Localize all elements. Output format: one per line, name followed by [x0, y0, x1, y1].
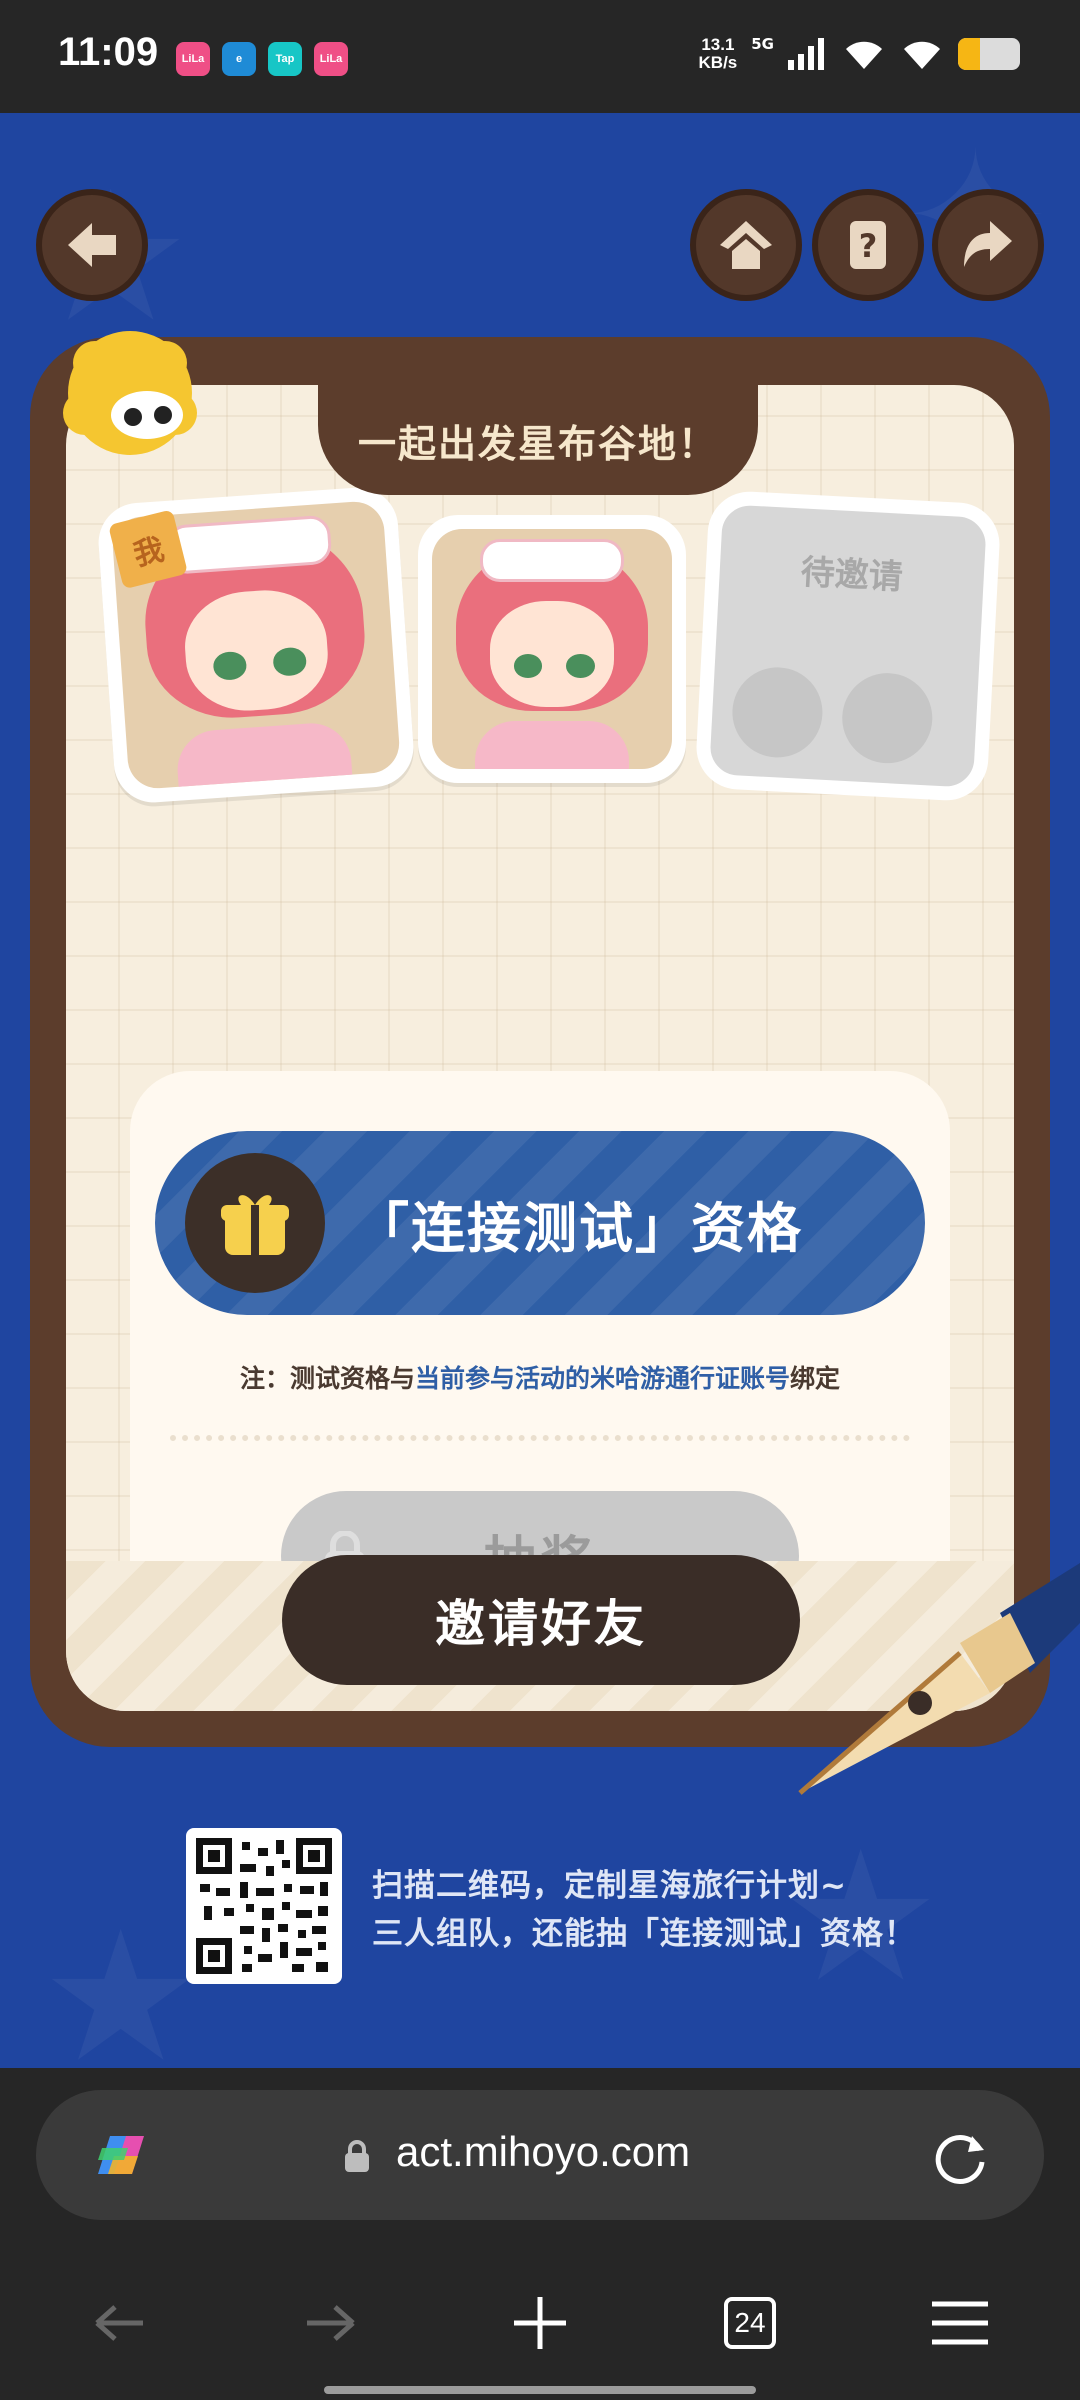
hamburger-menu-icon [932, 2301, 988, 2345]
network-type: 5G [751, 35, 774, 53]
status-time: 11:09 [58, 30, 159, 74]
plus-icon [514, 2297, 566, 2349]
pending-invite-slot[interactable]: 待邀请 [694, 489, 1002, 803]
tab-count: 24 [724, 2297, 776, 2349]
qr-caption-line1: 扫描二维码，定制星海旅行计划~ [372, 1868, 847, 1904]
tabs-button[interactable]: 24 [700, 2268, 800, 2378]
qualification-label: 「连接测试」资格 [355, 1196, 803, 1260]
share-button[interactable] [932, 189, 1044, 301]
reload-icon[interactable] [932, 2128, 990, 2186]
home-indicator[interactable] [324, 2386, 756, 2394]
back-button[interactable] [36, 189, 148, 301]
invite-friends-button[interactable]: 邀请好友 [282, 1555, 800, 1685]
browser-nav-row: 24 [0, 2268, 1080, 2378]
qualification-note: 注：测试资格与当前参与活动的米哈游通行证账号绑定 [130, 1359, 950, 1395]
arrow-right-icon [307, 2305, 355, 2341]
lila-app-icon: LiLa [314, 42, 348, 76]
web-content: ★ ★ ★ ✦ ? 我 [0, 113, 1080, 2068]
team-card: 我 待邀请 「连接测试」资格 注：测试资格与当前参与活动的米哈游通行证账号绑定 … [30, 337, 1050, 1747]
new-tab-button[interactable] [490, 2268, 590, 2378]
qualification-banner[interactable]: 「连接测试」资格 [155, 1131, 925, 1315]
address-bar[interactable]: act.mihoyo.com [36, 2090, 1044, 2220]
status-bar: 11:09 LiLa e Tap LiLa 13.1 KB/s 5G [0, 0, 1080, 113]
taptap-app-icon: Tap [268, 42, 302, 76]
wifi-icon [904, 41, 940, 69]
menu-button[interactable] [910, 2268, 1010, 2378]
pending-label: 待邀请 [799, 552, 904, 598]
network-speed-value: 13.1 [701, 35, 735, 54]
my-avatar: 我 [95, 484, 417, 806]
note-highlight: 当前参与活动的米哈游通行证账号 [414, 1364, 790, 1393]
qr-code-icon [196, 1838, 332, 1974]
network-speed-unit: KB/s [698, 53, 738, 72]
mascot-icon [63, 331, 197, 455]
arrow-left-icon [95, 2305, 143, 2341]
invite-label: 邀请好友 [435, 1595, 647, 1653]
lila-app-icon: LiLa [176, 42, 210, 76]
copilot-icon[interactable] [88, 2126, 154, 2184]
network-speed: 13.1 KB/s [699, 36, 738, 72]
home-button[interactable] [690, 189, 802, 301]
battery-icon [958, 38, 1020, 70]
title-tab: 一起出发星布谷地！ [318, 385, 758, 495]
note-prefix: 注：测试资格与 [239, 1364, 415, 1393]
svg-text:?: ? [859, 227, 878, 265]
back-icon [68, 223, 116, 267]
dotted-divider [170, 1435, 910, 1441]
page-title: 一起出发星布谷地！ [357, 421, 718, 466]
character-portrait [432, 529, 672, 769]
browser-forward-button[interactable] [280, 2268, 380, 2378]
lock-icon [345, 2140, 369, 2172]
url-text[interactable]: act.mihoyo.com [396, 2128, 690, 2176]
help-icon: ? [850, 221, 886, 269]
browser-toolbar: act.mihoyo.com 24 [0, 2068, 1080, 2400]
gift-icon [185, 1153, 325, 1293]
share-icon [964, 221, 1012, 267]
note-suffix: 绑定 [790, 1364, 841, 1393]
battery-level [958, 38, 980, 70]
help-button[interactable]: ? [812, 189, 924, 301]
edge-app-icon: e [222, 42, 256, 76]
background-star-icon: ★ [40, 1893, 202, 2068]
qr-caption: 扫描二维码，定制星海旅行计划~ 三人组队，还能抽「连接测试」资格！ [372, 1862, 916, 1958]
browser-back-button[interactable] [70, 2268, 170, 2378]
qr-code [186, 1828, 342, 1984]
qr-caption-line2: 三人组队，还能抽「连接测试」资格！ [372, 1916, 916, 1952]
notification-icons: LiLa e Tap LiLa [176, 42, 348, 76]
wifi-icon [846, 41, 882, 69]
teammate-avatar [418, 515, 686, 783]
home-icon [720, 221, 772, 269]
signal-icon [788, 38, 824, 70]
fountain-pen-icon [798, 1563, 1080, 1795]
card-inner: 我 待邀请 「连接测试」资格 注：测试资格与当前参与活动的米哈游通行证账号绑定 … [66, 385, 1014, 1711]
